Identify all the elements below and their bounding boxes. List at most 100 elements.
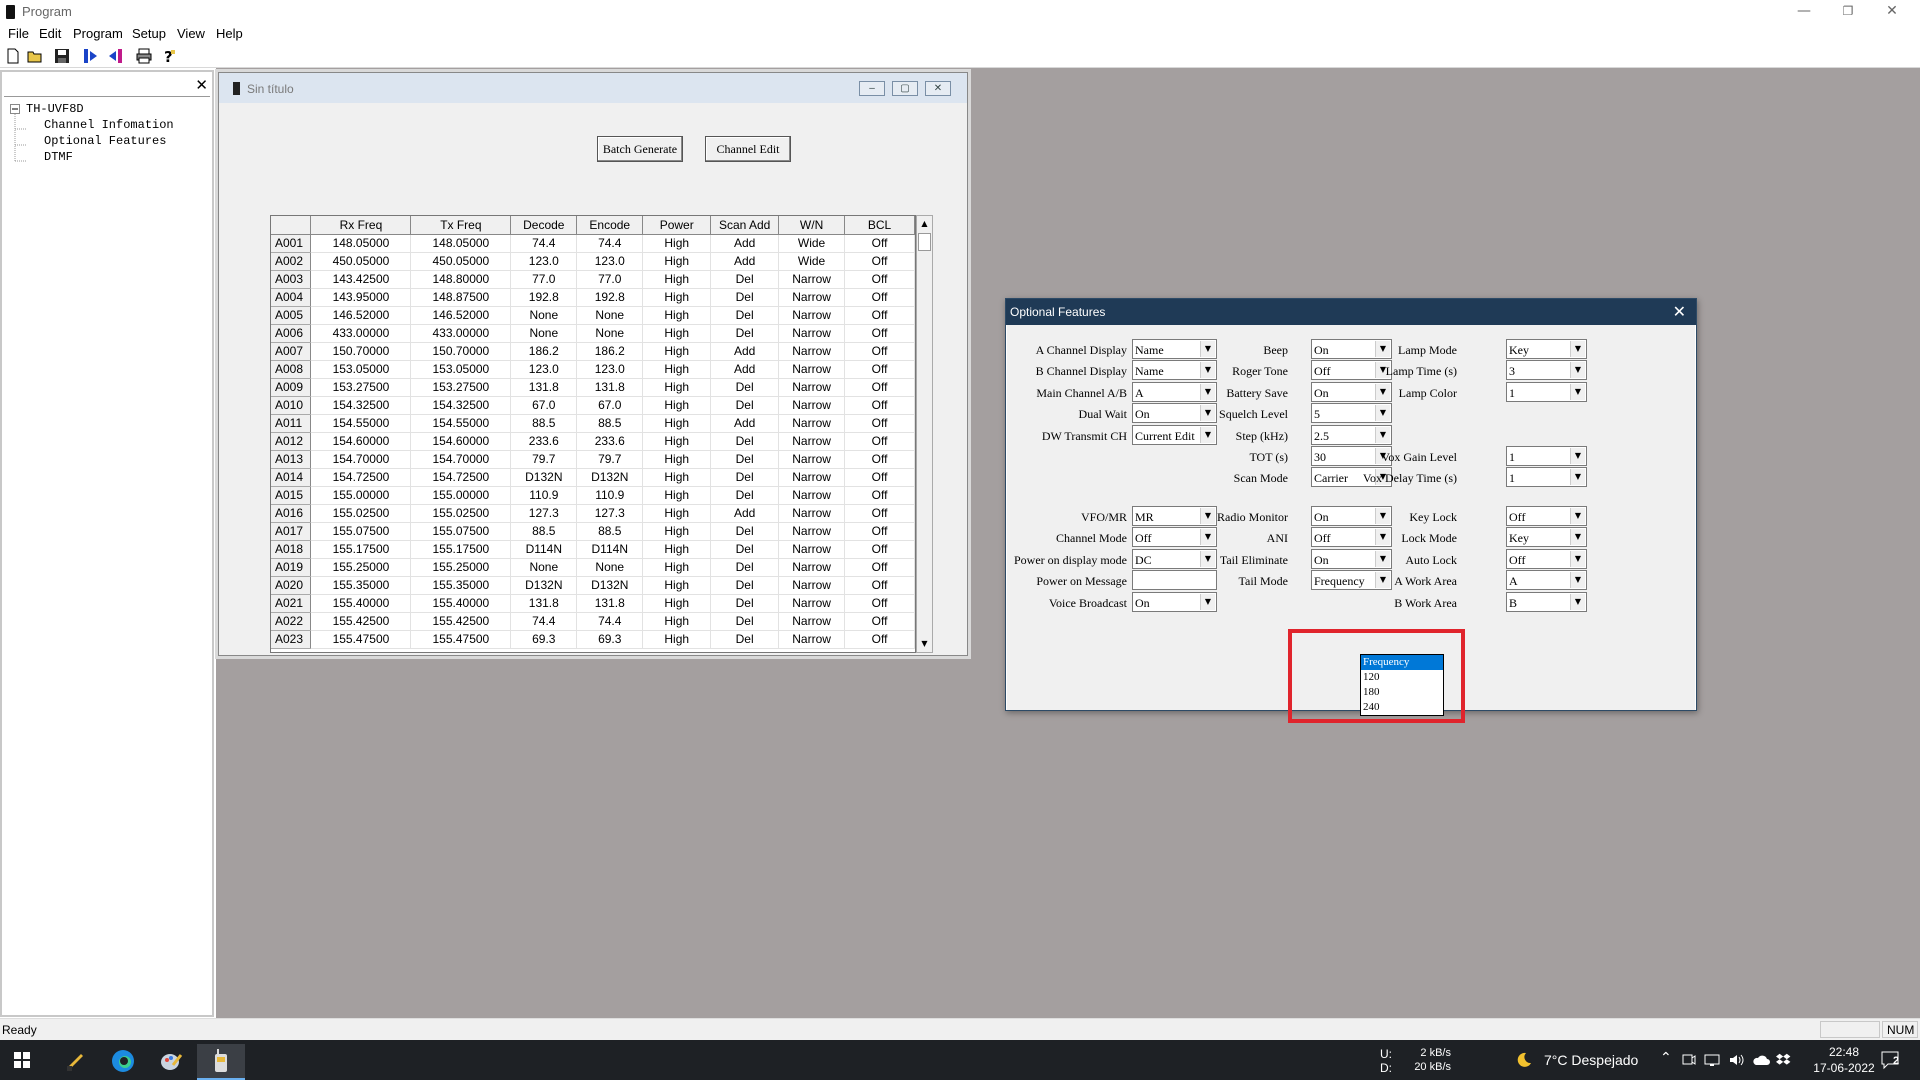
column-header[interactable]: Encode xyxy=(576,216,644,235)
dropbox-icon[interactable] xyxy=(1776,1052,1792,1068)
tree-item-optional-features[interactable]: Optional Features xyxy=(44,134,166,148)
table-cell[interactable]: High xyxy=(642,468,712,487)
table-cell[interactable]: High xyxy=(642,576,712,595)
table-cell[interactable]: 88.5 xyxy=(576,522,644,541)
table-cell[interactable]: 69.3 xyxy=(510,630,578,649)
table-row[interactable]: A022 155.42500 155.42500 74.4 74.4 High Del Nar… xyxy=(271,612,915,631)
column-header[interactable]: Tx Freq xyxy=(410,216,512,235)
column-header[interactable]: W/N xyxy=(778,216,846,235)
row-header[interactable]: A021 xyxy=(271,594,312,613)
row-header[interactable]: A012 xyxy=(271,432,312,451)
table-cell[interactable]: 155.47500 xyxy=(310,630,412,649)
table-cell[interactable]: Narrow xyxy=(778,288,846,307)
table-cell[interactable]: 69.3 xyxy=(576,630,644,649)
table-cell[interactable]: Off xyxy=(844,594,915,613)
voice-broadcast-select[interactable]: On ▼ xyxy=(1132,592,1217,612)
table-cell[interactable]: 153.05000 xyxy=(410,360,512,379)
table-cell[interactable]: Narrow xyxy=(778,342,846,361)
moon-weather-icon[interactable] xyxy=(1516,1052,1532,1068)
table-cell[interactable]: 143.95000 xyxy=(310,288,412,307)
b-work-area-select[interactable]: B ▼ xyxy=(1506,592,1587,612)
table-cell[interactable]: 155.42500 xyxy=(310,612,412,631)
table-cell[interactable]: Off xyxy=(844,252,915,271)
table-cell[interactable]: High xyxy=(642,396,712,415)
table-row[interactable]: A021 155.40000 155.40000 131.8 131.8 High Del N… xyxy=(271,594,915,613)
chevron-down-icon[interactable]: ▼ xyxy=(1570,362,1585,378)
table-cell[interactable]: 131.8 xyxy=(510,378,578,397)
chevron-down-icon[interactable]: ▼ xyxy=(1570,384,1585,400)
column-header[interactable]: BCL xyxy=(844,216,915,235)
table-cell[interactable]: Del xyxy=(710,594,780,613)
table-cell[interactable]: 143.42500 xyxy=(310,270,412,289)
menu-program[interactable]: Program xyxy=(73,26,123,41)
table-cell[interactable]: Narrow xyxy=(778,432,846,451)
table-row[interactable]: A003 143.42500 148.80000 77.0 77.0 High Del Nar… xyxy=(271,270,915,289)
chevron-down-icon[interactable]: ▼ xyxy=(1200,594,1215,610)
close-pane-icon[interactable]: ✕ xyxy=(195,76,208,94)
table-row[interactable]: A017 155.07500 155.07500 88.5 88.5 High Del Nar… xyxy=(271,522,915,541)
column-header[interactable]: Decode xyxy=(510,216,578,235)
table-cell[interactable]: Narrow xyxy=(778,324,846,343)
table-cell[interactable]: 148.05000 xyxy=(310,234,412,253)
table-cell[interactable]: Narrow xyxy=(778,612,846,631)
table-row[interactable]: A005 146.52000 146.52000 None None High Del Nar… xyxy=(271,306,915,325)
child-close-button[interactable]: ✕ xyxy=(925,81,951,96)
table-row[interactable]: A016 155.02500 155.02500 127.3 127.3 High Add N… xyxy=(271,504,915,523)
table-cell[interactable]: Del xyxy=(710,270,780,289)
table-cell[interactable]: Narrow xyxy=(778,414,846,433)
table-row[interactable]: A004 143.95000 148.87500 192.8 192.8 High Del N… xyxy=(271,288,915,307)
table-row[interactable]: A023 155.47500 155.47500 69.3 69.3 High Del Nar… xyxy=(271,630,915,649)
scroll-up-icon[interactable]: ▲ xyxy=(917,216,932,232)
row-header[interactable]: A010 xyxy=(271,396,312,415)
table-cell[interactable]: 88.5 xyxy=(576,414,644,433)
table-cell[interactable]: 155.02500 xyxy=(410,504,512,523)
menu-file[interactable]: File xyxy=(8,26,29,41)
table-cell[interactable]: 155.25000 xyxy=(310,558,412,577)
table-cell[interactable]: Narrow xyxy=(778,450,846,469)
table-cell[interactable]: 131.8 xyxy=(576,594,644,613)
table-cell[interactable]: High xyxy=(642,324,712,343)
menu-view[interactable]: View xyxy=(177,26,205,41)
table-cell[interactable]: 74.4 xyxy=(510,234,578,253)
network-icon[interactable] xyxy=(1704,1052,1720,1068)
table-cell[interactable]: D114N xyxy=(510,540,578,559)
vox-delay-time-select[interactable]: 1 ▼ xyxy=(1506,467,1587,487)
table-cell[interactable]: D114N xyxy=(576,540,644,559)
table-cell[interactable]: Off xyxy=(844,576,915,595)
table-cell[interactable]: Narrow xyxy=(778,468,846,487)
table-cell[interactable]: Del xyxy=(710,612,780,631)
table-cell[interactable]: Del xyxy=(710,486,780,505)
meet-now-icon[interactable] xyxy=(1682,1052,1696,1068)
table-row[interactable]: A012 154.60000 154.60000 233.6 233.6 High Del N… xyxy=(271,432,915,451)
table-cell[interactable]: Narrow xyxy=(778,270,846,289)
table-cell[interactable]: 154.32500 xyxy=(310,396,412,415)
table-cell[interactable]: Narrow xyxy=(778,486,846,505)
table-cell[interactable]: 67.0 xyxy=(576,396,644,415)
table-cell[interactable]: High xyxy=(642,540,712,559)
table-cell[interactable]: Del xyxy=(710,378,780,397)
table-cell[interactable]: None xyxy=(576,558,644,577)
table-cell[interactable]: Narrow xyxy=(778,360,846,379)
row-header[interactable]: A023 xyxy=(271,630,312,649)
table-cell[interactable]: Off xyxy=(844,234,915,253)
table-cell[interactable]: 154.32500 xyxy=(410,396,512,415)
table-cell[interactable]: Off xyxy=(844,612,915,631)
table-cell[interactable]: 155.17500 xyxy=(310,540,412,559)
squelch-level-select[interactable]: 5 ▼ xyxy=(1311,403,1392,423)
row-header[interactable]: A011 xyxy=(271,414,312,433)
table-cell[interactable]: 153.05000 xyxy=(310,360,412,379)
table-row[interactable]: A006 433.00000 433.00000 None None High Del Nar… xyxy=(271,324,915,343)
table-cell[interactable]: Off xyxy=(844,270,915,289)
table-cell[interactable]: Del xyxy=(710,396,780,415)
table-cell[interactable]: 123.0 xyxy=(576,360,644,379)
row-header[interactable]: A015 xyxy=(271,486,312,505)
row-header[interactable]: A020 xyxy=(271,576,312,595)
table-row[interactable]: A001 148.05000 148.05000 74.4 74.4 High Add Wid… xyxy=(271,234,915,253)
column-header[interactable]: Power xyxy=(642,216,712,235)
table-cell[interactable]: D132N xyxy=(576,468,644,487)
table-cell[interactable]: High xyxy=(642,594,712,613)
row-header[interactable]: A017 xyxy=(271,522,312,541)
table-cell[interactable]: 153.27500 xyxy=(410,378,512,397)
scroll-down-icon[interactable]: ▼ xyxy=(917,636,932,652)
table-cell[interactable]: 146.52000 xyxy=(310,306,412,325)
